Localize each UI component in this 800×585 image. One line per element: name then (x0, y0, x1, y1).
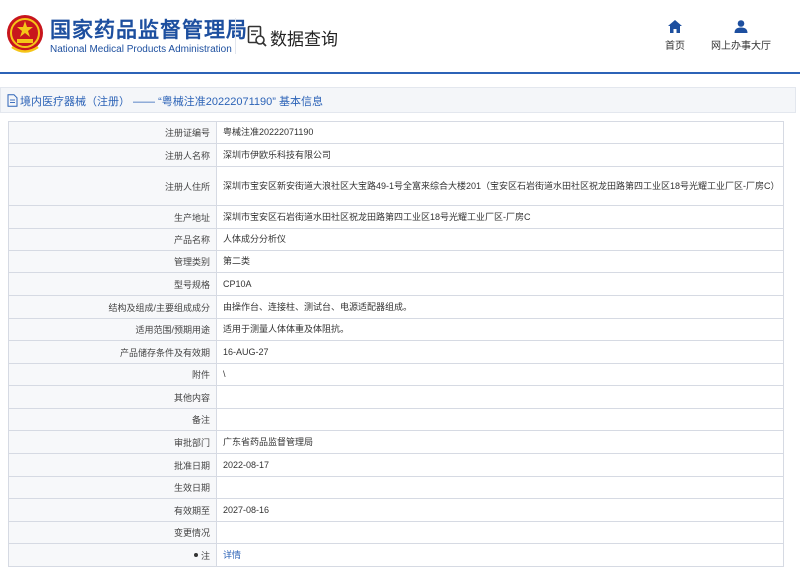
details-link[interactable]: 详情 (216, 543, 784, 567)
row-value: 深圳市宝安区石岩街道水田社区祝龙田路第四工业区18号光耀工业厂区-厂房C (216, 205, 784, 229)
row-value (216, 476, 784, 499)
national-emblem-icon (7, 15, 43, 53)
row-value: 深圳市伊欧乐科技有限公司 (216, 143, 784, 167)
table-row: 备注 (8, 408, 784, 431)
user-icon (734, 20, 748, 33)
table-row: 审批部门 广东省药品监督管理局 (8, 430, 784, 454)
row-label: 注册人名称 (8, 143, 217, 167)
row-label: 批准日期 (8, 453, 217, 477)
row-label: 审批部门 (8, 430, 217, 454)
row-label: 附件 (8, 363, 217, 386)
row-label: 型号规格 (8, 272, 217, 296)
row-value: 2022-08-17 (216, 453, 784, 477)
row-value: 适用于测量人体体重及体阻抗。 (216, 318, 784, 341)
table-row: 产品名称 人体成分分析仪 (8, 228, 784, 251)
data-query-icon (247, 25, 267, 47)
table-row: 管理类别 第二类 (8, 250, 784, 273)
row-value (216, 385, 784, 409)
row-value (216, 408, 784, 431)
nav-online-hall-label: 网上办事大厅 (711, 41, 771, 52)
row-label: 备注 (8, 408, 217, 431)
data-query-label: 数据查询 (270, 30, 338, 49)
header-divider (235, 18, 236, 54)
table-row: 型号规格 CP10A (8, 272, 784, 296)
nav-home-label: 首页 (665, 41, 685, 52)
row-label-note: 注 (8, 543, 217, 567)
table-row: 批准日期 2022-08-17 (8, 453, 784, 477)
row-value: CP10A (216, 272, 784, 296)
table-row: 结构及组成/主要组成成分 由操作台、连接柱、测试台、电源适配器组成。 (8, 295, 784, 319)
row-label: 生效日期 (8, 476, 217, 499)
row-value: 16-AUG-27 (216, 340, 784, 364)
home-icon (668, 20, 682, 33)
table-row: 注册人住所 深圳市宝安区新安街道大浪社区大宝路49-1号全富来综合大楼201（宝安… (8, 166, 784, 206)
row-label: 产品储存条件及有效期 (8, 340, 217, 364)
table-row: 变更情况 (8, 521, 784, 544)
table-row: 生效日期 (8, 476, 784, 499)
table-row: 注详情 (8, 543, 784, 567)
site-header: 国家药品监督管理局 National Medical Products Admi… (0, 0, 800, 72)
note-label: 注 (200, 550, 210, 561)
row-label: 其他内容 (8, 385, 217, 409)
brand-title-en: National Medical Products Administration (50, 44, 232, 55)
row-label: 有效期至 (8, 498, 217, 522)
row-value: \ (216, 363, 784, 386)
row-label: 产品名称 (8, 228, 217, 251)
row-value: 人体成分分析仪 (216, 228, 784, 251)
row-label: 注册证编号 (8, 121, 217, 144)
table-row: 适用范围/预期用途 适用于测量人体体重及体阻抗。 (8, 318, 784, 341)
nav-online-hall-link[interactable]: 网上办事大厅 (708, 20, 774, 52)
row-value: 2027-08-16 (216, 498, 784, 522)
row-value: 粤械注准20222071190 (216, 121, 784, 144)
row-value (216, 521, 784, 544)
row-label: 注册人住所 (8, 166, 217, 206)
bullet-icon (193, 553, 198, 558)
row-label: 管理类别 (8, 250, 217, 273)
row-value: 深圳市宝安区新安街道大浪社区大宝路49-1号全富来综合大楼201（宝安区石岩街道… (216, 166, 784, 206)
row-label: 适用范围/预期用途 (8, 318, 217, 341)
row-value: 第二类 (216, 250, 784, 273)
header-accent-line (0, 72, 800, 74)
device-info-table: 注册证编号 粤械注准20222071190 注册人名称 深圳市伊欧乐科技有限公司 注… (8, 121, 784, 567)
breadcrumb: 境内医疗器械（注册） —— “粤械注准20222071190” 基本信息 (0, 87, 796, 113)
document-icon (7, 94, 18, 107)
row-label: 生产地址 (8, 205, 217, 229)
row-value: 由操作台、连接柱、测试台、电源适配器组成。 (216, 295, 784, 319)
table-row: 附件 \ (8, 363, 784, 386)
brand-title-cn: 国家药品监督管理局 (50, 19, 248, 42)
nav-home-link[interactable]: 首页 (660, 20, 690, 52)
row-label: 变更情况 (8, 521, 217, 544)
table-row: 生产地址 深圳市宝安区石岩街道水田社区祝龙田路第四工业区18号光耀工业厂区-厂房C (8, 205, 784, 229)
row-value: 广东省药品监督管理局 (216, 430, 784, 454)
table-row: 注册证编号 粤械注准20222071190 (8, 121, 784, 144)
table-row: 注册人名称 深圳市伊欧乐科技有限公司 (8, 143, 784, 167)
table-row: 有效期至 2027-08-16 (8, 498, 784, 522)
table-row: 其他内容 (8, 385, 784, 409)
breadcrumb-text: 境内医疗器械（注册） —— “粤械注准20222071190” 基本信息 (20, 96, 323, 108)
row-label: 结构及组成/主要组成成分 (8, 295, 217, 319)
table-row: 产品储存条件及有效期 16-AUG-27 (8, 340, 784, 364)
